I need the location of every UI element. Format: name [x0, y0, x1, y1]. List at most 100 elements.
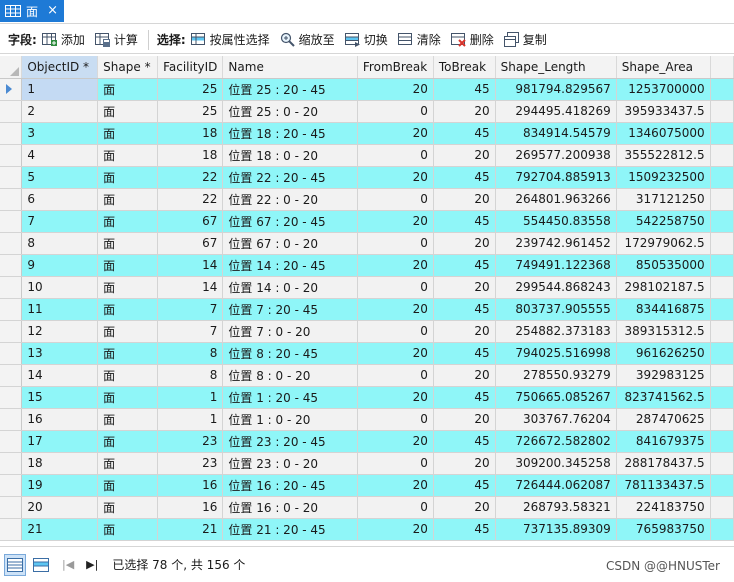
cell-frombreak[interactable]: 0	[357, 364, 434, 387]
table-row[interactable]: 10 面 14 位置 14 : 0 - 20 0 20 299544.868243 29810…	[0, 276, 734, 299]
row-header[interactable]	[0, 320, 23, 343]
cell-objectid[interactable]: 10	[21, 276, 99, 299]
cell-frombreak[interactable]: 20	[357, 298, 434, 321]
show-selected-records-button[interactable]	[30, 554, 52, 576]
row-header[interactable]	[0, 78, 23, 101]
cell-objectid[interactable]: 2	[21, 100, 99, 123]
cell-shape-area[interactable]: 765983750	[616, 518, 711, 541]
switch-selection-button[interactable]: 切换	[344, 29, 388, 51]
cell-name[interactable]: 位置 22 : 20 - 45	[222, 166, 358, 189]
table-row[interactable]: 11 面 7 位置 7 : 20 - 45 20 45 803737.905555 83441…	[0, 298, 734, 321]
cell-shape[interactable]: 面	[97, 78, 159, 101]
cell-tobreak[interactable]: 20	[433, 144, 496, 167]
cell-shape[interactable]: 面	[97, 276, 159, 299]
cell-tobreak[interactable]: 45	[433, 518, 496, 541]
cell-shape-area[interactable]: 287470625	[616, 408, 711, 431]
cell-shape-length[interactable]: 794025.516998	[495, 342, 617, 365]
table-row[interactable]: 16 面 1 位置 1 : 0 - 20 0 20 303767.76204 28747062…	[0, 408, 734, 431]
cell-facilityid[interactable]: 8	[157, 364, 224, 387]
table-row[interactable]: 21 面 21 位置 21 : 20 - 45 20 45 737135.89309 7659…	[0, 518, 734, 541]
cell-shape[interactable]: 面	[97, 254, 159, 277]
cell-name[interactable]: 位置 18 : 20 - 45	[222, 122, 358, 145]
cell-facilityid[interactable]: 21	[157, 518, 224, 541]
cell-shape[interactable]: 面	[97, 518, 159, 541]
cell-shape[interactable]: 面	[97, 408, 159, 431]
cell-shape-area[interactable]: 395933437.5	[616, 100, 711, 123]
cell-frombreak[interactable]: 20	[357, 474, 434, 497]
cell-shape[interactable]: 面	[97, 320, 159, 343]
copy-selection-button[interactable]: 复制	[503, 29, 547, 51]
table-row[interactable]: 4 面 18 位置 18 : 0 - 20 0 20 269577.200938 355522…	[0, 144, 734, 167]
cell-shape-length[interactable]: 749491.122368	[495, 254, 617, 277]
cell-objectid[interactable]: 16	[21, 408, 99, 431]
cell-frombreak[interactable]: 0	[357, 188, 434, 211]
cell-shape-length[interactable]: 554450.83558	[495, 210, 617, 233]
cell-frombreak[interactable]: 20	[357, 210, 434, 233]
table-row[interactable]: 3 面 18 位置 18 : 20 - 45 20 45 834914.54579 13460…	[0, 122, 734, 145]
cell-shape-area[interactable]: 355522812.5	[616, 144, 711, 167]
row-header[interactable]	[0, 364, 23, 387]
cell-objectid[interactable]: 13	[21, 342, 99, 365]
cell-name[interactable]: 位置 16 : 20 - 45	[222, 474, 358, 497]
cell-objectid[interactable]: 17	[21, 430, 99, 453]
cell-shape[interactable]: 面	[97, 188, 159, 211]
cell-name[interactable]: 位置 18 : 0 - 20	[222, 144, 358, 167]
cell-shape-area[interactable]: 961626250	[616, 342, 711, 365]
cell-facilityid[interactable]: 18	[157, 144, 224, 167]
zoom-to-button[interactable]: 缩放至	[279, 29, 335, 51]
cell-shape-length[interactable]: 726672.582802	[495, 430, 617, 453]
cell-name[interactable]: 位置 23 : 0 - 20	[222, 452, 358, 475]
cell-frombreak[interactable]: 0	[357, 276, 434, 299]
cell-facilityid[interactable]: 23	[157, 430, 224, 453]
cell-name[interactable]: 位置 25 : 20 - 45	[222, 78, 358, 101]
cell-frombreak[interactable]: 20	[357, 254, 434, 277]
cell-shape-area[interactable]: 172979062.5	[616, 232, 711, 255]
column-header-shape-length[interactable]: Shape_Length	[495, 56, 617, 79]
cell-shape[interactable]: 面	[97, 232, 159, 255]
calculate-field-button[interactable]: 计算	[94, 29, 138, 51]
cell-frombreak[interactable]: 20	[357, 430, 434, 453]
cell-shape-length[interactable]: 309200.345258	[495, 452, 617, 475]
cell-facilityid[interactable]: 7	[157, 320, 224, 343]
cell-name[interactable]: 位置 67 : 20 - 45	[222, 210, 358, 233]
cell-shape[interactable]: 面	[97, 430, 159, 453]
cell-shape-length[interactable]: 803737.905555	[495, 298, 617, 321]
cell-facilityid[interactable]: 67	[157, 232, 224, 255]
cell-facilityid[interactable]: 1	[157, 386, 224, 409]
cell-name[interactable]: 位置 1 : 0 - 20	[222, 408, 358, 431]
cell-objectid[interactable]: 12	[21, 320, 99, 343]
cell-tobreak[interactable]: 20	[433, 188, 496, 211]
column-header-name[interactable]: Name	[222, 56, 358, 79]
last-record-icon[interactable]: ▶|	[86, 558, 98, 571]
cell-facilityid[interactable]: 22	[157, 166, 224, 189]
cell-frombreak[interactable]: 20	[357, 122, 434, 145]
cell-frombreak[interactable]: 0	[357, 452, 434, 475]
cell-facilityid[interactable]: 8	[157, 342, 224, 365]
table-row[interactable]: 17 面 23 位置 23 : 20 - 45 20 45 726672.582802 841…	[0, 430, 734, 453]
cell-shape-area[interactable]: 317121250	[616, 188, 711, 211]
row-header[interactable]	[0, 298, 23, 321]
cell-shape[interactable]: 面	[97, 364, 159, 387]
cell-objectid[interactable]: 11	[21, 298, 99, 321]
cell-facilityid[interactable]: 22	[157, 188, 224, 211]
cell-facilityid[interactable]: 67	[157, 210, 224, 233]
table-row[interactable]: 2 面 25 位置 25 : 0 - 20 0 20 294495.418269 395933…	[0, 100, 734, 123]
cell-frombreak[interactable]: 0	[357, 232, 434, 255]
cell-objectid[interactable]: 4	[21, 144, 99, 167]
cell-shape-length[interactable]: 239742.961452	[495, 232, 617, 255]
row-header[interactable]	[0, 188, 23, 211]
cell-name[interactable]: 位置 1 : 20 - 45	[222, 386, 358, 409]
cell-tobreak[interactable]: 45	[433, 78, 496, 101]
column-header-shape-area[interactable]: Shape_Area	[616, 56, 711, 79]
cell-shape-area[interactable]: 389315312.5	[616, 320, 711, 343]
cell-name[interactable]: 位置 14 : 20 - 45	[222, 254, 358, 277]
cell-objectid[interactable]: 18	[21, 452, 99, 475]
show-all-records-button[interactable]	[4, 553, 26, 576]
cell-shape-area[interactable]: 850535000	[616, 254, 711, 277]
row-header[interactable]	[0, 430, 23, 453]
cell-shape[interactable]: 面	[97, 386, 159, 409]
cell-frombreak[interactable]: 20	[357, 166, 434, 189]
cell-shape-length[interactable]: 737135.89309	[495, 518, 617, 541]
table-row[interactable]: 5 面 22 位置 22 : 20 - 45 20 45 792704.885913 1509…	[0, 166, 734, 189]
row-header[interactable]	[0, 166, 23, 189]
